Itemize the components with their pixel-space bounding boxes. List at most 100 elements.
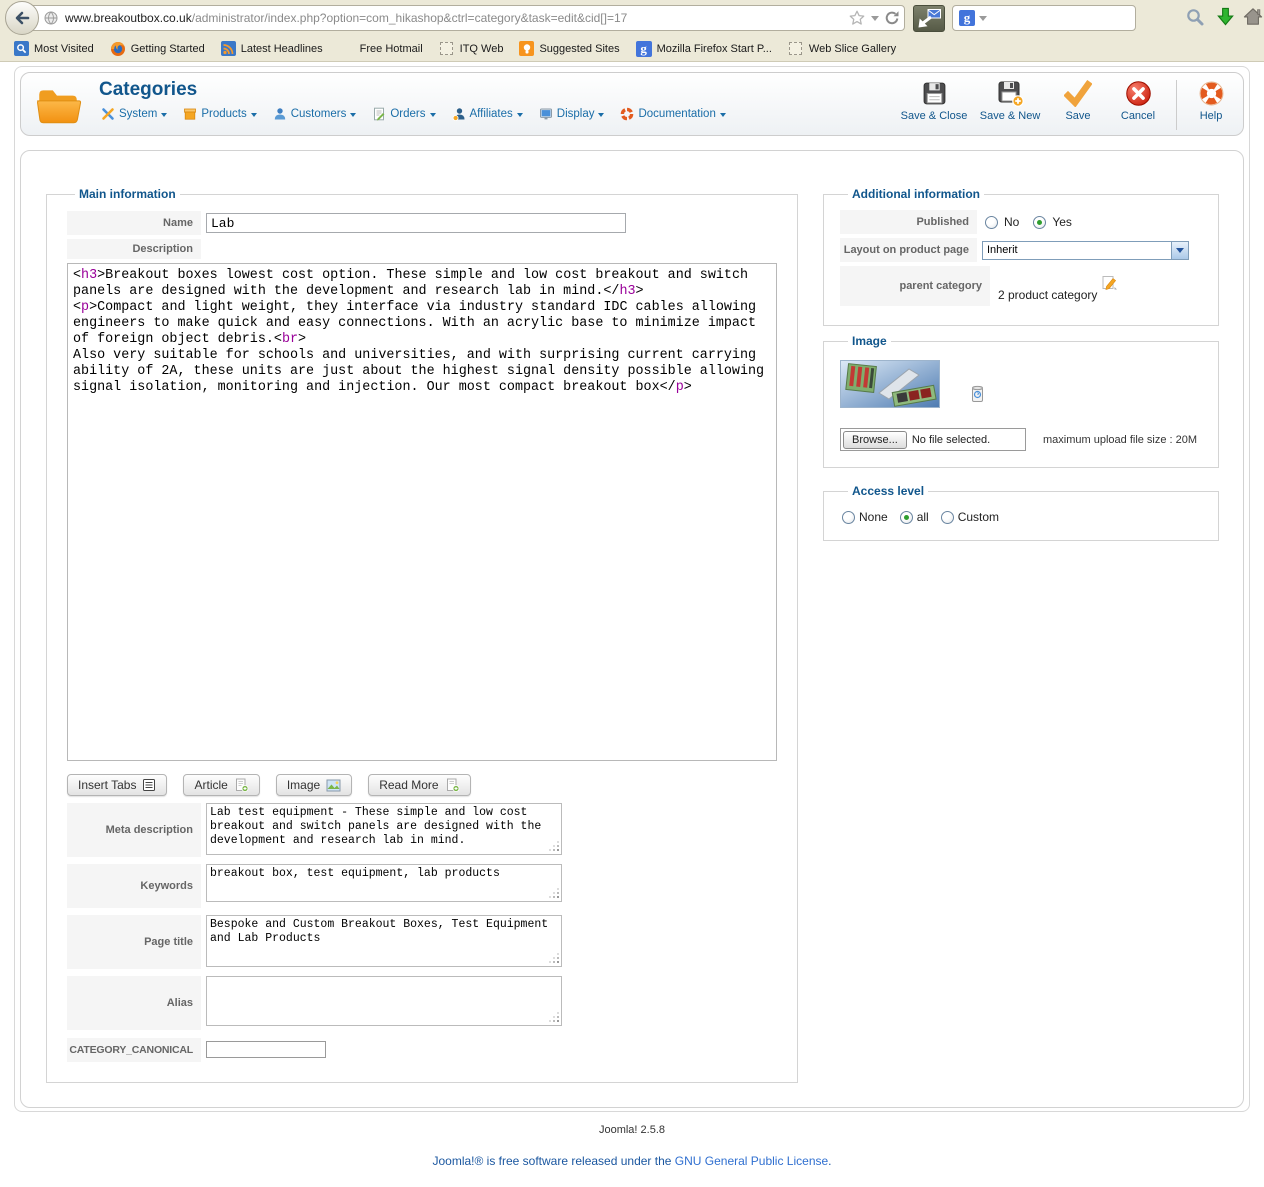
bookmark-label: Suggested Sites: [539, 42, 620, 55]
firefox-icon: [110, 41, 126, 57]
description-label: Description: [67, 239, 201, 259]
save-new-icon: [998, 81, 1024, 107]
save-button[interactable]: Save: [1048, 80, 1108, 122]
browse-button[interactable]: Browse...: [843, 430, 907, 449]
bookmark-getting-started[interactable]: Getting Started: [102, 39, 213, 59]
orders-icon: [374, 107, 385, 121]
published-no-radio[interactable]: [985, 215, 998, 229]
main-information-fieldset: Main information Name Description <h3>Br…: [46, 187, 798, 1083]
bookmark-firefox-start[interactable]: g Mozilla Firefox Start P...: [628, 39, 780, 59]
menu-customers[interactable]: Customers: [273, 107, 357, 121]
header-toolbar: Categories System Products Customers Ord…: [20, 72, 1244, 136]
access-custom-radio[interactable]: [940, 510, 954, 524]
save-new-button[interactable]: Save & New: [972, 80, 1048, 122]
published-radio-group: No Yes: [985, 215, 1080, 229]
url-bar[interactable]: www.breakoutbox.co.uk/administrator/inde…: [28, 5, 905, 31]
chevron-down-icon: [516, 112, 523, 117]
documentation-icon: [621, 107, 634, 121]
description-editor[interactable]: <h3>Breakout boxes lowest cost option. T…: [67, 263, 777, 761]
chevron-down-icon: [598, 112, 605, 117]
bookmark-itq-web[interactable]: ITQ Web: [431, 39, 512, 59]
home-button[interactable]: [1243, 7, 1263, 31]
menu-affiliates[interactable]: Affiliates: [452, 107, 523, 121]
page-title-label: Page title: [67, 915, 201, 969]
magnifier-icon: [1187, 9, 1204, 26]
menu-products[interactable]: Products: [183, 107, 257, 121]
category-image-thumbnail[interactable]: [840, 360, 940, 408]
chevron-down-icon: [350, 112, 357, 117]
access-all-radio[interactable]: [899, 510, 913, 524]
menu-system[interactable]: System: [101, 107, 168, 121]
access-level-fieldset: Access level None all Custom: [823, 484, 1219, 541]
published-yes-radio[interactable]: [1033, 215, 1047, 229]
bookmark-free-hotmail[interactable]: Free Hotmail: [331, 39, 431, 59]
bookmark-star-icon[interactable]: [848, 9, 866, 27]
mail-forward-extension-button[interactable]: [913, 5, 945, 32]
cancel-icon: [1125, 81, 1151, 106]
rss-icon: [220, 41, 236, 56]
bookmark-most-visited[interactable]: Most Visited: [6, 39, 102, 59]
image-button[interactable]: Image: [275, 774, 353, 796]
keywords-row: Keywords breakout box, test equipment, l…: [67, 864, 777, 908]
search-go-button[interactable]: [1185, 7, 1205, 32]
search-engine-dropdown-icon[interactable]: [979, 15, 987, 21]
cancel-button[interactable]: Cancel: [1108, 80, 1168, 122]
help-button[interactable]: Help: [1185, 80, 1237, 122]
edit-pencil-icon: [1102, 276, 1118, 291]
help-icon: [1199, 81, 1223, 106]
toolbar-separator: [1176, 80, 1177, 130]
license-text: Joomla!® is free software released under…: [432, 1154, 675, 1168]
bookmark-label: Web Slice Gallery: [808, 42, 897, 55]
joomla-version: Joomla! 2.5.8: [598, 1124, 666, 1136]
save-close-button[interactable]: Save & Close: [896, 80, 972, 122]
delete-image-button[interactable]: [970, 384, 985, 408]
search-box[interactable]: g: [952, 5, 1136, 31]
bookmark-label: ITQ Web: [459, 42, 504, 55]
article-button[interactable]: Article: [183, 774, 260, 796]
menu-display[interactable]: Display: [539, 107, 605, 121]
gnu-license-link[interactable]: GNU General Public License: [675, 1154, 828, 1168]
bookmark-latest-headlines[interactable]: Latest Headlines: [213, 39, 331, 59]
bookmarks-bar: Most Visited Getting Started Latest Head…: [0, 36, 1264, 61]
page-title: Categories: [99, 79, 198, 100]
name-input[interactable]: [206, 213, 626, 233]
url-dropdown-icon[interactable]: [871, 15, 879, 21]
license-suffix: .: [828, 1154, 832, 1168]
insert-tabs-button[interactable]: Insert Tabs: [67, 774, 168, 796]
editor-buttons-row: Insert Tabs Article Image Read More: [67, 774, 777, 796]
back-button[interactable]: [5, 1, 39, 35]
hikashop-menu-bar: System Products Customers Orders Affilia…: [101, 107, 726, 121]
access-none-radio[interactable]: [842, 510, 855, 524]
parent-category-row: parent category 2 product category: [840, 266, 1202, 306]
layout-select[interactable]: Inherit: [982, 240, 1189, 260]
reload-icon[interactable]: [884, 10, 900, 26]
bookmark-web-slice-gallery[interactable]: Web Slice Gallery: [780, 39, 904, 59]
display-icon: [539, 108, 552, 120]
article-icon: [235, 778, 249, 792]
trash-icon: [972, 385, 983, 402]
menu-documentation[interactable]: Documentation: [620, 107, 726, 121]
affiliates-icon: [452, 108, 464, 121]
keywords-textarea[interactable]: breakout box, test equipment, lab produc…: [206, 864, 562, 902]
parent-category-value: 2 product category: [998, 288, 1098, 302]
select-dropdown-button[interactable]: [1171, 241, 1188, 259]
category-canonical-input[interactable]: [206, 1041, 326, 1058]
read-more-button[interactable]: Read More: [368, 774, 471, 796]
meta-description-label: Meta description: [67, 803, 201, 857]
edit-parent-category-button[interactable]: [1101, 274, 1118, 296]
edit-form-container: Main information Name Description <h3>Br…: [20, 150, 1244, 1108]
parent-category-label: parent category: [840, 266, 990, 306]
meta-description-textarea[interactable]: Lab test equipment - These simple and lo…: [206, 803, 562, 855]
page-title-textarea[interactable]: Bespoke and Custom Breakout Boxes, Test …: [206, 915, 562, 967]
menu-orders[interactable]: Orders: [372, 107, 436, 121]
alias-textarea[interactable]: [206, 976, 562, 1026]
main-information-legend: Main information: [79, 187, 176, 201]
action-buttons: Save & Close Save & New Save Cancel Help: [896, 80, 1237, 130]
file-input[interactable]: Browse... No file selected.: [840, 428, 1026, 451]
bookmark-suggested-sites[interactable]: Suggested Sites: [511, 39, 627, 59]
page-title-row: Page title Bespoke and Custom Breakout B…: [67, 915, 777, 969]
access-level-legend: Access level: [852, 484, 925, 498]
globe-icon: [44, 11, 58, 25]
image-fieldset: Image Browse... No file selected. maximu…: [823, 334, 1219, 468]
downloads-button[interactable]: [1215, 7, 1236, 32]
